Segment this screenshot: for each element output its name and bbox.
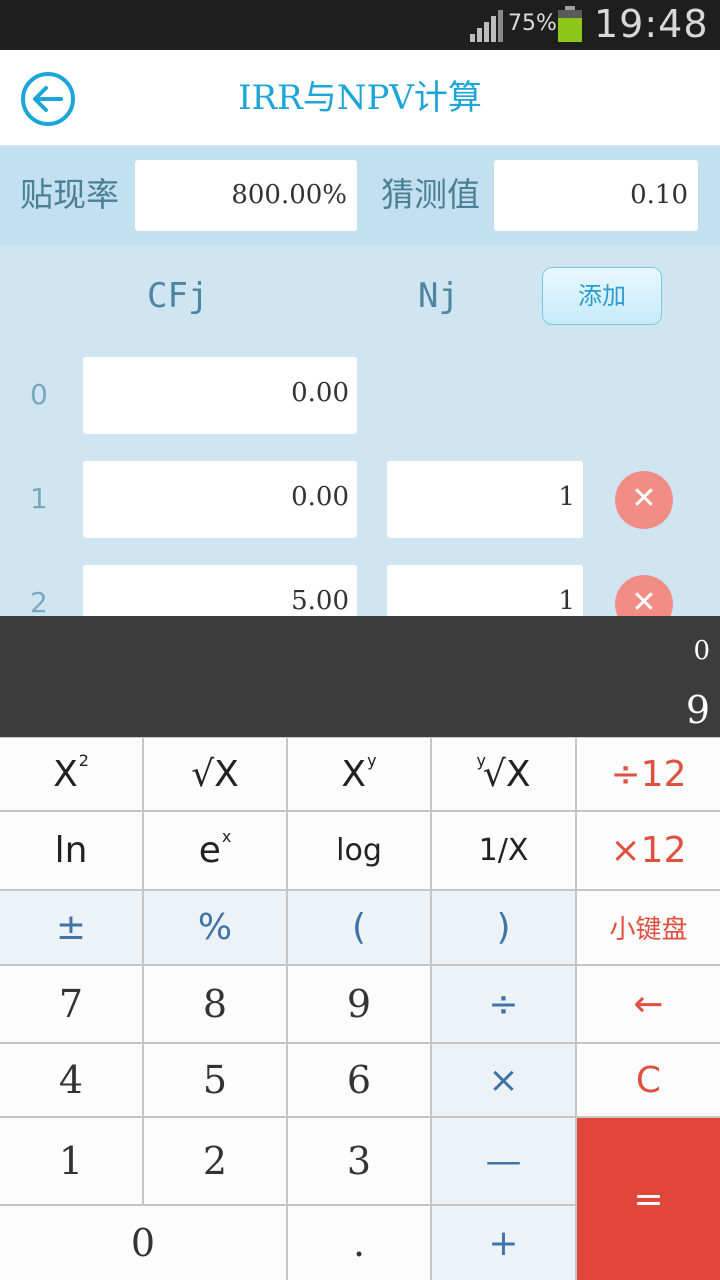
percent-key[interactable]: % [144,891,286,964]
n-value: 1 [558,482,575,512]
reciprocal-key[interactable]: 1/X [432,812,575,889]
n-field[interactable]: 1 [387,461,583,538]
row-index: 2 [30,586,48,616]
equals-key[interactable]: = [577,1118,720,1280]
guess-label: 猜测值 [381,175,480,214]
digit-1-key[interactable]: 1 [0,1118,142,1204]
backspace-key[interactable]: ← [577,966,720,1042]
minus-key[interactable]: — [432,1118,575,1204]
calculator-display: 0 9 [0,616,720,737]
status-bar: 75% 19:48 [0,0,720,50]
divide-12-key[interactable]: ÷12 [577,738,720,810]
cashflow-table: CFj Nj 添加 0 0.00 1 0.00 1 ✕ 2 5.00 1 ✕ [0,246,720,616]
digit-5-key[interactable]: 5 [144,1044,286,1116]
back-arrow-icon[interactable] [20,71,76,127]
n-field[interactable]: 1 [387,565,583,616]
clear-key[interactable]: C [577,1044,720,1116]
discount-rate-label: 贴现率 [20,175,119,214]
digit-7-key[interactable]: 7 [0,966,142,1042]
column-header-nj: Nj [418,276,459,316]
left-paren-key[interactable]: ( [288,891,430,964]
display-previous: 0 [693,636,710,666]
column-header-cfj: CFj [147,276,209,316]
add-row-button[interactable]: 添加 [542,267,662,325]
cf-field[interactable]: 0.00 [83,357,357,434]
app-header: IRR与NPV计算 [0,50,720,146]
rate-row: 贴现率 800.00% 猜测值 0.10 [0,146,720,246]
page-title: IRR与NPV计算 [238,78,482,118]
guess-field[interactable]: 0.10 [494,160,698,231]
digit-8-key[interactable]: 8 [144,966,286,1042]
digit-2-key[interactable]: 2 [144,1118,286,1204]
digit-3-key[interactable]: 3 [288,1118,430,1204]
discount-rate-value: 800.00% [231,180,347,210]
delete-row-icon[interactable]: ✕ [615,575,673,616]
log-key[interactable]: log [288,812,430,889]
battery-percent: 75% [508,11,557,36]
square-key[interactable]: X2 [0,738,142,810]
mini-keypad-key[interactable]: 小键盘 [577,891,720,964]
plus-minus-key[interactable]: ± [0,891,142,964]
digit-6-key[interactable]: 6 [288,1044,430,1116]
discount-rate-field[interactable]: 800.00% [135,160,357,231]
digit-4-key[interactable]: 4 [0,1044,142,1116]
cf-field[interactable]: 5.00 [83,565,357,616]
cf-field[interactable]: 0.00 [83,461,357,538]
row-index: 0 [30,378,48,411]
multiply-key[interactable]: × [432,1044,575,1116]
cf-value: 5.00 [291,586,349,616]
digit-9-key[interactable]: 9 [288,966,430,1042]
signal-icon [470,10,503,42]
exp-key[interactable]: ex [144,812,286,889]
plus-key[interactable]: + [432,1206,575,1280]
guess-value: 0.10 [630,180,688,210]
delete-row-icon[interactable]: ✕ [615,471,673,529]
divide-key[interactable]: ÷ [432,966,575,1042]
display-current: 9 [685,688,710,732]
multiply-12-key[interactable]: ×12 [577,812,720,889]
decimal-key[interactable]: . [288,1206,430,1280]
keypad: X2 √X Xy y √X ÷12 ln ex log 1/X ×12 ± % (… [0,737,720,1280]
cf-value: 0.00 [291,378,349,408]
cf-value: 0.00 [291,482,349,512]
power-key[interactable]: Xy [288,738,430,810]
n-value: 1 [558,586,575,616]
status-time: 19:48 [594,2,709,46]
ln-key[interactable]: ln [0,812,142,889]
battery-icon [558,6,582,42]
nth-root-key[interactable]: y √X [432,738,575,810]
digit-0-key[interactable]: 0 [0,1206,286,1280]
row-index: 1 [30,482,48,515]
sqrt-key[interactable]: √X [144,738,286,810]
right-paren-key[interactable]: ) [432,891,575,964]
